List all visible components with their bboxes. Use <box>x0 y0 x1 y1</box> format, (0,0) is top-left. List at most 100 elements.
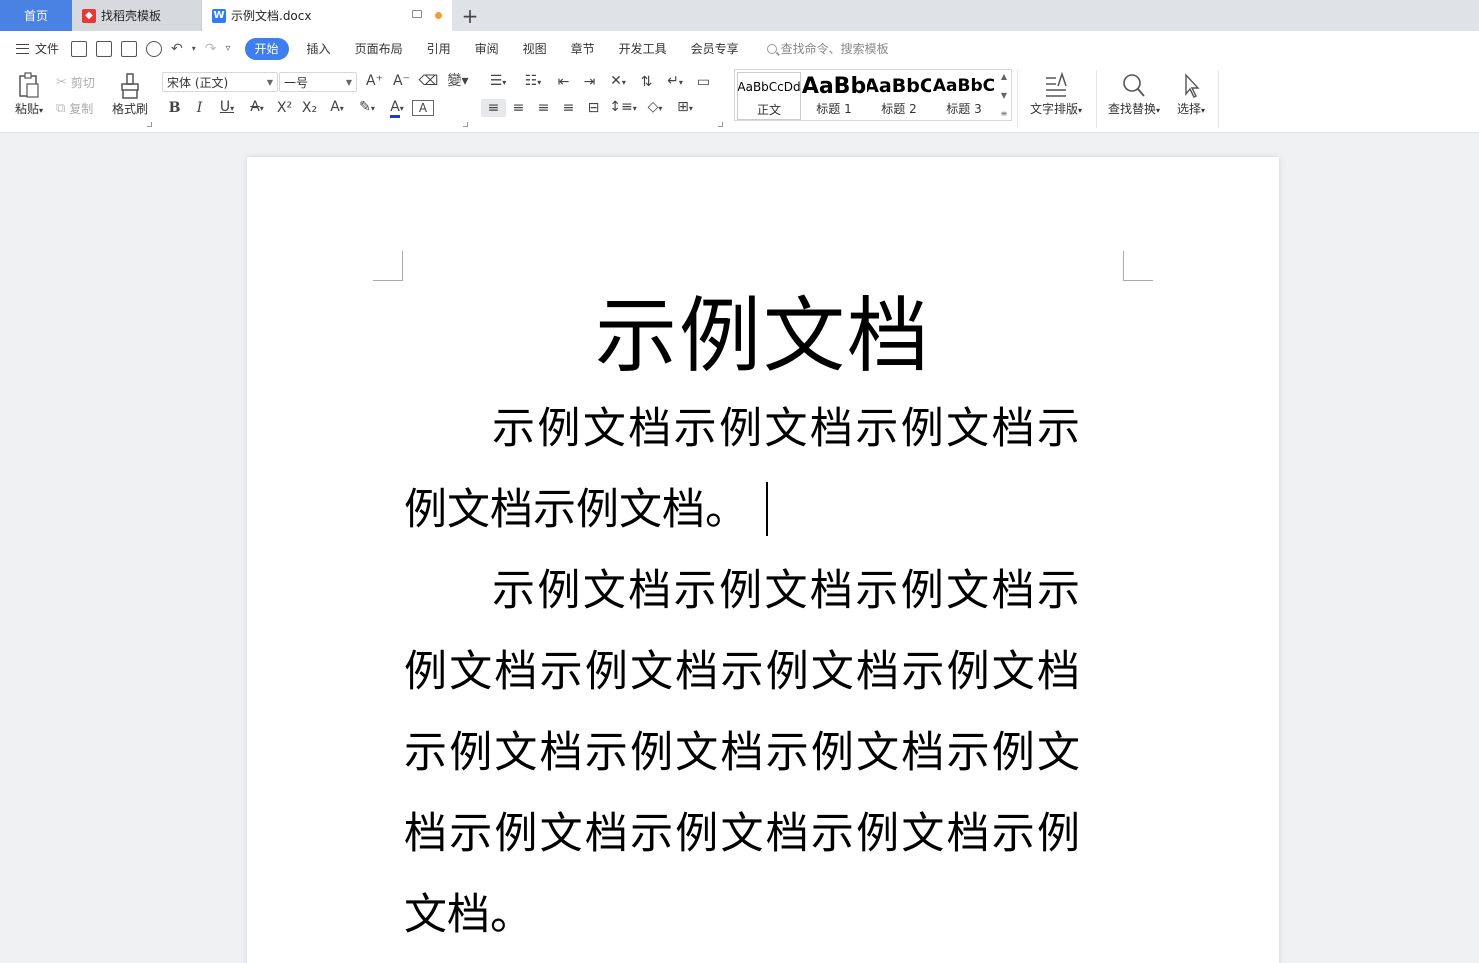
style-heading-3[interactable]: AaBbC 标题 3 <box>932 72 996 120</box>
increase-indent-icon[interactable]: ⇥ <box>577 73 602 91</box>
style-normal[interactable]: AaBbCcDd 正文 <box>737 72 801 120</box>
monitor-icon[interactable] <box>412 10 422 18</box>
character-shading-icon[interactable]: A <box>412 100 434 116</box>
paste-button[interactable]: 粘贴▾ <box>12 72 46 117</box>
cursor-icon <box>1185 73 1200 98</box>
shading-icon[interactable]: ◇▾ <box>640 98 670 118</box>
decrease-indent-icon[interactable]: ⇤ <box>551 73 576 91</box>
shrink-font-icon[interactable]: A⁻ <box>389 72 414 90</box>
find-replace-label: 查找替换▾ <box>1107 102 1161 116</box>
command-search-placeholder: 查找命令、搜索模板 <box>780 42 889 56</box>
tab-start[interactable]: 开始 <box>244 37 289 60</box>
sort-icon[interactable]: ⇅ <box>634 73 659 91</box>
font-color-icon[interactable]: A▾ <box>382 98 412 118</box>
new-tab-button[interactable]: + <box>452 0 488 31</box>
document-page[interactable]: 示例文档 示例文档示例文档示例文档示例文档示例文档。 示例文档示例文档示例文档示… <box>247 157 1279 963</box>
command-search[interactable]: 查找命令、搜索模板 <box>766 40 889 57</box>
tab-insert[interactable]: 插入 <box>295 38 343 60</box>
style-heading-1[interactable]: AaBb 标题 1 <box>802 72 866 120</box>
distributed-align-icon[interactable]: ⊟ <box>581 99 606 117</box>
chevron-down-icon: ▼ <box>266 77 273 87</box>
daoke-icon: ◆ <box>82 8 96 23</box>
style-heading-1-preview: AaBb <box>802 73 866 99</box>
undo-icon[interactable]: ↶ <box>171 41 183 57</box>
tab-templates[interactable]: ◆ 找稻壳模板 <box>72 0 202 31</box>
align-left-icon[interactable]: ≡ <box>481 99 506 117</box>
font-size-select[interactable]: 一号 ▼ <box>279 72 357 92</box>
cut-button[interactable]: ✂ 剪切 <box>56 74 95 91</box>
file-menu-button[interactable]: 文件 <box>16 40 59 57</box>
bullet-list-icon[interactable]: ☰▾ <box>481 72 515 92</box>
italic-icon[interactable]: I <box>187 99 212 117</box>
tab-developer[interactable]: 开发工具 <box>607 38 679 60</box>
cut-label: 剪切 <box>70 76 95 90</box>
bold-icon[interactable]: B <box>162 99 187 117</box>
text-cursor <box>766 482 768 536</box>
chevron-down-icon[interactable]: ▼ <box>1001 91 1007 100</box>
chinese-layout-icon[interactable]: ✕▾ <box>603 72 633 92</box>
font-tools-row-2: B I U▾ A▾ X² X₂ A▾ ✎▾ A▾ A <box>162 98 434 118</box>
tab-document[interactable]: W 示例文档.docx <box>202 0 452 31</box>
customize-toolbar-icon[interactable]: ▿ <box>226 41 231 57</box>
tab-page-layout[interactable]: 页面布局 <box>343 38 415 60</box>
select-button[interactable]: 选择▾ <box>1170 72 1212 117</box>
undo-dropdown-icon[interactable]: ▾ <box>192 41 196 57</box>
paragraph-mark-icon[interactable]: ↵▾ <box>660 72 690 92</box>
format-painter-button[interactable]: 格式刷 <box>108 72 152 117</box>
paragraph-dialog-launcher[interactable] <box>718 122 723 127</box>
tab-view[interactable]: 视图 <box>511 38 559 60</box>
ribbon-toolbar: 粘贴▾ ✂ 剪切 ⧉ 复制 格式刷 宋体 (正文) ▼ 一号 ▼ A⁺ A⁻ ⌫… <box>0 66 1479 133</box>
tab-section[interactable]: 章节 <box>559 38 607 60</box>
strikethrough-icon[interactable]: A▾ <box>242 98 272 118</box>
subscript-icon[interactable]: X₂ <box>297 99 322 117</box>
justify-icon[interactable]: ≡ <box>556 99 581 117</box>
styles-scroll: ▲ ▼ ≡ <box>999 72 1009 118</box>
expand-gallery-icon[interactable]: ≡ <box>1001 109 1008 118</box>
underline-icon[interactable]: U▾ <box>212 98 242 118</box>
font-name-select[interactable]: 宋体 (正文) ▼ <box>162 72 278 92</box>
highlight-icon[interactable]: ✎▾ <box>352 98 382 118</box>
text-effects-icon[interactable]: A▾ <box>322 98 352 118</box>
margin-corner-mark <box>373 251 403 281</box>
search-icon <box>766 43 777 54</box>
chevron-up-icon[interactable]: ▲ <box>1001 72 1007 81</box>
align-center-icon[interactable]: ≡ <box>506 99 531 117</box>
document-title[interactable]: 示例文档 <box>247 287 1279 387</box>
style-heading-2[interactable]: AaBbC 标题 2 <box>867 72 931 120</box>
text-layout-button[interactable]: 文字排版▾ <box>1026 72 1086 117</box>
grow-font-icon[interactable]: A⁺ <box>362 72 387 90</box>
paragraph-text: 示例文档示例文档示例文档示例文档示例文档。 <box>404 404 1080 535</box>
export-pdf-icon[interactable] <box>96 40 113 57</box>
font-size-value: 一号 <box>284 75 309 90</box>
scissors-icon: ✂ <box>56 75 67 90</box>
tab-templates-label: 找稻壳模板 <box>101 9 162 23</box>
align-right-icon[interactable]: ≡ <box>531 99 556 117</box>
print-preview-icon[interactable] <box>146 40 163 57</box>
borders-icon[interactable]: ⊞▾ <box>670 98 700 118</box>
clipboard-dialog-launcher[interactable] <box>147 122 152 127</box>
menu-bar: 文件 ↶ ▾ ↷ ▿ 开始 插入 页面布局 引用 审阅 视图 章节 开发工具 会… <box>0 31 1479 66</box>
style-normal-preview: AaBbCcDd <box>737 80 801 94</box>
superscript-icon[interactable]: X² <box>272 99 297 117</box>
find-replace-button[interactable]: 查找替换▾ <box>1104 72 1164 117</box>
copy-icon: ⧉ <box>56 101 66 116</box>
tab-home[interactable]: 首页 <box>0 0 72 31</box>
numbered-list-icon[interactable]: ☷▾ <box>516 72 550 92</box>
tab-references[interactable]: 引用 <box>415 38 463 60</box>
print-icon[interactable] <box>121 40 138 57</box>
style-heading-1-name: 标题 1 <box>816 102 852 116</box>
tab-membership[interactable]: 会员专享 <box>679 38 751 60</box>
style-normal-name: 正文 <box>756 103 781 117</box>
document-paragraph[interactable]: 示例文档示例文档示例文档示例文档示例文档。 <box>404 389 1080 551</box>
clear-format-icon[interactable]: ⌫ <box>416 72 441 90</box>
document-paragraph[interactable]: 示例文档示例文档示例文档示例文档示例文档示例文档示例文档示例文档示例文档示例文档… <box>404 551 1080 956</box>
redo-icon[interactable]: ↷ <box>205 41 217 57</box>
quick-access-toolbar: ↶ ▾ ↷ ▿ <box>71 40 231 57</box>
font-dialog-launcher[interactable] <box>463 122 468 127</box>
save-icon[interactable] <box>71 40 88 57</box>
tab-review[interactable]: 审阅 <box>463 38 511 60</box>
ruler-icon[interactable]: ▭ <box>691 73 716 91</box>
copy-button[interactable]: ⧉ 复制 <box>56 100 93 117</box>
line-spacing-icon[interactable]: ↕≡▾ <box>606 98 640 118</box>
phonetic-guide-icon[interactable]: 變▾ <box>443 72 473 90</box>
